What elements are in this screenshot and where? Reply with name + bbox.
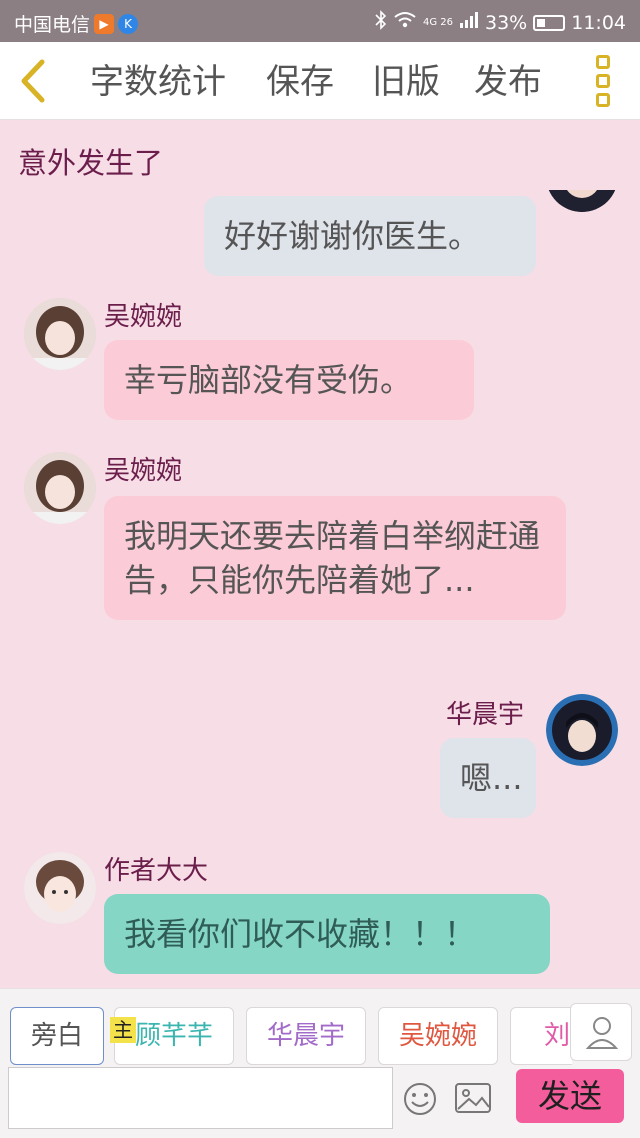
emoji-button[interactable] <box>402 1081 438 1117</box>
sender-name: 华晨宇 <box>446 700 525 730</box>
chevron-left-icon <box>21 59 45 103</box>
wifi-icon <box>393 11 417 34</box>
clock: 11:04 <box>571 11 626 34</box>
carrier-label: 中国电信 <box>14 14 91 36</box>
battery-icon <box>533 14 566 31</box>
message-bubble[interactable]: 我看你们收不收藏！！！ <box>104 894 550 974</box>
word-count-button[interactable]: 字数统计 <box>90 62 226 102</box>
sender-name: 吴婉婉 <box>104 302 183 332</box>
message-input[interactable] <box>8 1067 393 1129</box>
more-button[interactable] <box>594 55 612 109</box>
network-type-label: 4G 26 <box>422 16 453 28</box>
signal-icon <box>459 11 479 34</box>
character-chip-narrator[interactable]: 旁白 <box>10 1007 104 1065</box>
old-version-button[interactable]: 旧版 <box>372 62 440 102</box>
sender-name: 作者大大 <box>104 856 209 886</box>
composer-panel: 旁白 顾芊芊 华晨宇 吴婉婉 刘霞 主 发送 <box>0 988 640 1138</box>
top-toolbar: 字数统计 保存 旧版 发布 <box>0 42 640 120</box>
avatar[interactable] <box>24 852 96 924</box>
video-app-icon: ▶ <box>94 13 115 34</box>
bluetooth-icon <box>375 10 387 35</box>
character-chip-hua-chenyu[interactable]: 华晨宇 <box>246 1007 366 1065</box>
k-app-icon: K <box>118 13 139 34</box>
main-character-tag: 主 <box>110 1017 136 1043</box>
character-selector: 旁白 顾芊芊 华晨宇 吴婉婉 刘霞 <box>0 1007 572 1069</box>
avatar[interactable] <box>24 452 96 524</box>
sender-name: 吴婉婉 <box>104 456 183 486</box>
status-bar: 中国电信 ▶ K 4G 26 33% 11:04 <box>0 0 640 42</box>
publish-button[interactable]: 发布 <box>474 62 542 102</box>
image-button[interactable] <box>454 1081 492 1115</box>
avatar[interactable] <box>546 190 618 212</box>
back-button[interactable] <box>14 58 54 104</box>
avatar[interactable] <box>546 694 618 766</box>
message-bubble[interactable]: 嗯... <box>440 738 536 818</box>
avatar[interactable] <box>24 298 96 370</box>
add-character-button[interactable] <box>570 1003 632 1061</box>
character-chip-wu-wanwan[interactable]: 吴婉婉 <box>378 1007 498 1065</box>
save-button[interactable]: 保存 <box>266 62 334 102</box>
more-vertical-icon <box>596 55 610 69</box>
chapter-title[interactable]: 意外发生了 <box>18 140 163 182</box>
battery-percent: 33% <box>485 11 528 34</box>
chat-area[interactable]: 好好谢谢你医生。 吴婉婉 幸亏脑部没有受伤。 吴婉婉 我明天还要去陪着白举纲赶通… <box>0 190 640 988</box>
send-button[interactable]: 发送 <box>516 1069 624 1123</box>
image-icon <box>455 1083 491 1113</box>
message-bubble[interactable]: 我明天还要去陪着白举纲赶通告，只能你先陪着她了... <box>104 496 566 620</box>
character-chip-liu-xia[interactable]: 刘霞 <box>510 1007 572 1065</box>
smiley-icon <box>404 1083 436 1115</box>
message-bubble[interactable]: 好好谢谢你医生。 <box>204 196 536 276</box>
user-icon <box>585 1017 619 1049</box>
message-bubble[interactable]: 幸亏脑部没有受伤。 <box>104 340 474 420</box>
